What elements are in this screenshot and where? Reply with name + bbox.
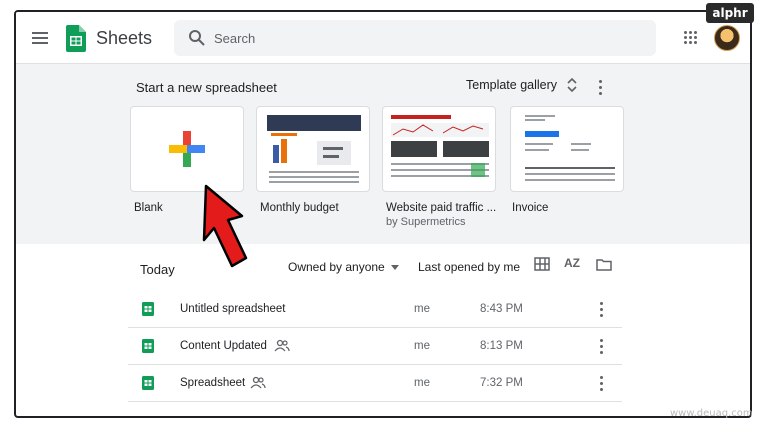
template-card-invoice[interactable] (510, 106, 624, 192)
file-last-opened: 8:43 PM (480, 303, 523, 315)
file-more-options-icon[interactable] (599, 376, 603, 392)
file-name: Spreadsheet (180, 377, 246, 389)
recent-section-title: Today (140, 262, 175, 277)
annotation-arrow-icon (202, 184, 248, 268)
template-gallery-button[interactable]: Template gallery (466, 78, 577, 92)
file-name: Content Updated (180, 340, 267, 352)
screenshot-frame: Sheets Start a new spreadsheet Template … (0, 0, 766, 426)
file-more-options-icon[interactable] (599, 302, 603, 318)
file-row[interactable]: Spreadsheet me 7:32 PM (128, 366, 622, 402)
template-label-monthly-budget: Monthly budget (260, 202, 339, 214)
file-owner: me (414, 340, 430, 352)
file-more-options-icon[interactable] (599, 339, 603, 355)
file-row[interactable]: Untitled spreadsheet me 8:43 PM (128, 292, 622, 328)
search-bar[interactable] (174, 20, 656, 56)
google-plus-icon (169, 131, 205, 167)
folder-picker-icon[interactable] (596, 258, 612, 271)
app-window: Sheets Start a new spreadsheet Template … (14, 10, 752, 418)
app-title[interactable]: Sheets (96, 28, 152, 49)
invoice-thumbnail (525, 115, 615, 181)
sheets-file-icon (142, 339, 154, 353)
template-card-blank[interactable] (130, 106, 244, 192)
search-icon[interactable] (188, 29, 206, 47)
template-section-heading: Start a new spreadsheet (136, 80, 277, 95)
shared-people-icon (274, 339, 290, 352)
owner-filter-dropdown[interactable]: Owned by anyone (288, 260, 399, 274)
dropdown-caret-icon (390, 264, 399, 270)
app-header: Sheets (16, 12, 750, 64)
sheets-file-icon (142, 376, 154, 390)
template-more-options-icon[interactable] (598, 80, 602, 96)
template-label-website-traffic: Website paid traffic ... (386, 202, 497, 214)
file-owner: me (414, 303, 430, 315)
file-last-opened: 8:13 PM (480, 340, 523, 352)
sort-by-button[interactable]: Last opened by me (418, 260, 520, 274)
file-last-opened: 7:32 PM (480, 377, 523, 389)
monthly-budget-thumbnail (267, 115, 361, 183)
main-menu-icon[interactable] (32, 32, 48, 44)
grid-view-icon[interactable] (534, 257, 550, 271)
template-card-monthly-budget[interactable] (256, 106, 370, 192)
template-gallery-label: Template gallery (466, 78, 558, 92)
account-avatar[interactable] (714, 25, 740, 51)
file-row[interactable]: Content Updated me 8:13 PM (128, 329, 622, 365)
template-card-website-traffic[interactable] (382, 106, 496, 192)
owner-filter-label: Owned by anyone (288, 260, 385, 274)
google-apps-icon[interactable] (684, 31, 698, 45)
watermark: www.deuaq.com (670, 408, 753, 419)
sheets-logo-icon[interactable] (66, 25, 86, 52)
file-owner: me (414, 377, 430, 389)
template-author: by Supermetrics (386, 216, 466, 228)
file-name: Untitled spreadsheet (180, 303, 286, 315)
sheets-file-icon (142, 302, 154, 316)
template-section: Start a new spreadsheet Template gallery (16, 64, 750, 244)
template-label-blank: Blank (134, 202, 163, 214)
unfold-more-icon (567, 78, 577, 92)
search-input[interactable] (214, 20, 644, 56)
sort-options-icon[interactable]: AZ (564, 256, 580, 270)
brand-badge: alphr (706, 3, 754, 23)
shared-people-icon (250, 376, 266, 389)
template-label-invoice: Invoice (512, 202, 549, 214)
traffic-report-thumbnail (391, 115, 489, 177)
